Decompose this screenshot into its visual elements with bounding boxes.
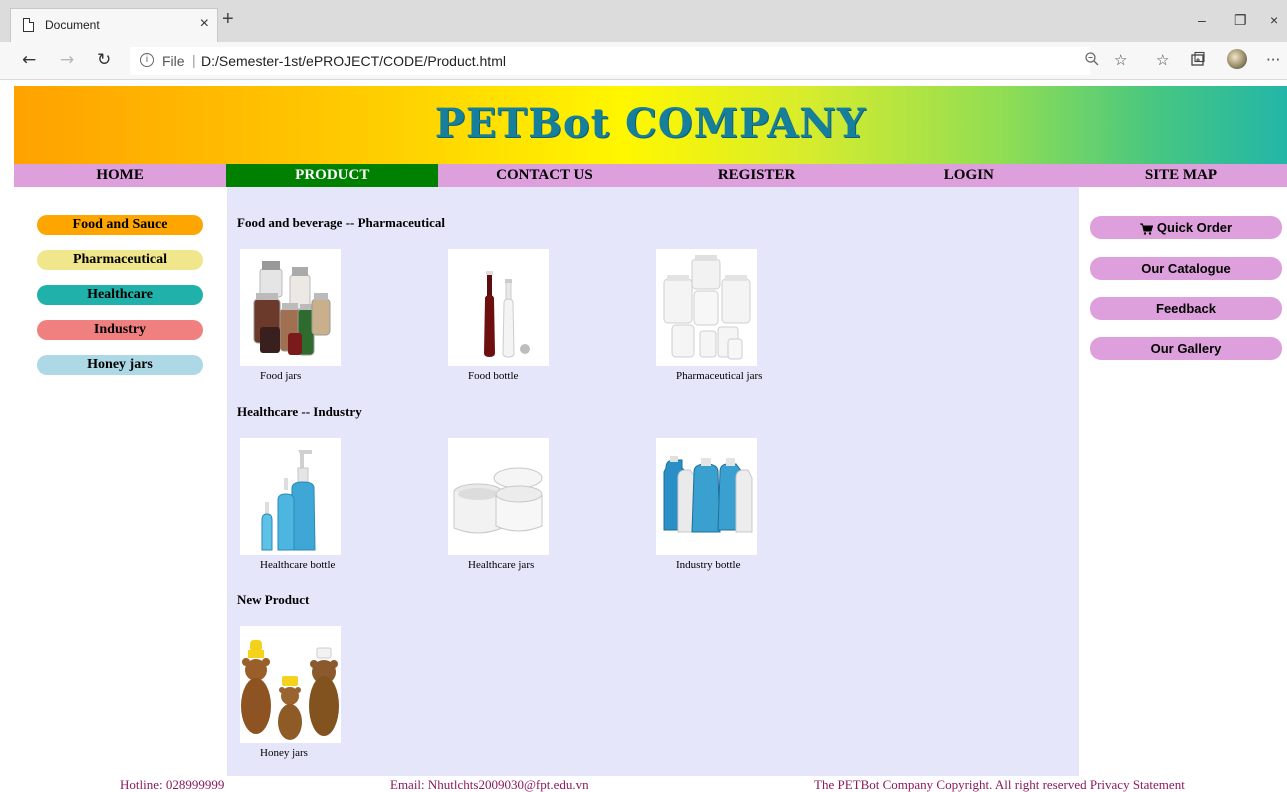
footer-copyright: The PETBot Company Copyright. All right … [814, 777, 1185, 792]
address-bar[interactable]: i File | D:/Semester-1st/ePROJECT/CODE/P… [130, 47, 1090, 75]
restore-icon[interactable]: ❐ [1234, 12, 1247, 29]
product-caption: Honey jars [260, 747, 308, 759]
info-icon[interactable]: i [140, 53, 154, 67]
more-menu-icon[interactable]: ··· [1266, 51, 1280, 69]
back-icon[interactable]: ← [22, 50, 36, 70]
product-caption: Pharmaceutical jars [676, 370, 763, 382]
product-caption: Industry bottle [676, 559, 741, 571]
section-title: Healthcare -- Industry [237, 404, 362, 419]
address-bar-row: ← → ↻ i File | D:/Semester-1st/ePROJECT/… [0, 42, 1287, 80]
product-caption: Food jars [260, 370, 302, 382]
minimize-icon[interactable]: – [1198, 12, 1206, 28]
nav-product[interactable]: PRODUCT [226, 164, 439, 187]
url-text[interactable]: D:/Semester-1st/ePROJECT/CODE/Product.ht… [201, 53, 506, 69]
pharmaceutical-jars-image[interactable] [656, 249, 757, 366]
favorites-list-icon[interactable]: ☆ [1156, 51, 1169, 69]
footer-hotline: Hotline: 028999999 [120, 777, 225, 792]
collections-icon[interactable] [1190, 51, 1206, 67]
quick-links-sidebar: Quick Order Our Catalogue Feedback Our G… [1079, 187, 1287, 777]
honey-jars-image[interactable] [240, 626, 341, 743]
site-title: PETBot COMPANY [434, 100, 867, 147]
main-nav: HOME PRODUCT CONTACT US REGISTER LOGIN S… [14, 164, 1287, 187]
tab-title: Document [45, 18, 100, 32]
category-healthcare[interactable]: Healthcare [37, 285, 203, 305]
healthcare-bottle-image[interactable] [240, 438, 341, 555]
cart-icon [1139, 223, 1153, 235]
product-caption: Healthcare jars [468, 559, 535, 571]
industry-bottle-image[interactable] [656, 438, 757, 555]
section-title: New Product [237, 592, 310, 607]
nav-login[interactable]: LOGIN [863, 164, 1075, 187]
url-separator: | [192, 52, 196, 68]
browser-tab[interactable]: Document × [10, 8, 218, 42]
profile-avatar-icon[interactable] [1227, 49, 1247, 69]
refresh-icon[interactable]: ↻ [97, 50, 111, 70]
favorite-star-icon[interactable]: ☆ [1114, 51, 1127, 69]
category-industry[interactable]: Industry [37, 320, 203, 340]
url-scheme: File [162, 53, 185, 69]
footer: Hotline: 028999999 Email: Nhutlchts20090… [0, 776, 1287, 792]
browser-tab-bar: Document × + – ❐ × [0, 0, 1287, 42]
category-honey-jars[interactable]: Honey jars [37, 355, 203, 375]
forward-icon[interactable]: → [60, 50, 74, 70]
product-caption: Food bottle [468, 370, 519, 382]
new-tab-icon[interactable]: + [222, 9, 234, 29]
section-title: Food and beverage -- Pharmaceutical [237, 215, 445, 230]
product-caption: Healthcare bottle [260, 559, 336, 571]
category-pharmaceutical[interactable]: Pharmaceutical [37, 250, 203, 270]
category-food-and-sauce[interactable]: Food and Sauce [37, 215, 203, 235]
our-catalogue-button[interactable]: Our Catalogue [1090, 257, 1282, 280]
feedback-button[interactable]: Feedback [1090, 297, 1282, 320]
close-tab-icon[interactable]: × [200, 15, 209, 33]
product-content: Food and beverage -- Pharmaceutical Food… [227, 187, 1079, 777]
category-sidebar: Food and Sauce Pharmaceutical Healthcare… [14, 187, 227, 777]
site-banner: PETBot COMPANY [14, 86, 1287, 164]
nav-contact-us[interactable]: CONTACT US [438, 164, 650, 187]
nav-register[interactable]: REGISTER [651, 164, 863, 187]
quick-order-label: Quick Order [1156, 220, 1233, 235]
nav-site-map[interactable]: SITE MAP [1075, 164, 1287, 187]
healthcare-jars-image[interactable] [448, 438, 549, 555]
food-bottle-image[interactable] [448, 249, 549, 366]
zoom-icon[interactable] [1084, 51, 1100, 67]
footer-email[interactable]: Email: Nhutlchts2009030@fpt.edu.vn [390, 777, 589, 792]
nav-home[interactable]: HOME [14, 164, 226, 187]
food-jars-image[interactable] [240, 249, 341, 366]
our-gallery-button[interactable]: Our Gallery [1090, 337, 1282, 360]
quick-order-button[interactable]: Quick Order [1090, 216, 1282, 239]
document-icon [23, 18, 34, 32]
close-window-icon[interactable]: × [1270, 12, 1278, 28]
